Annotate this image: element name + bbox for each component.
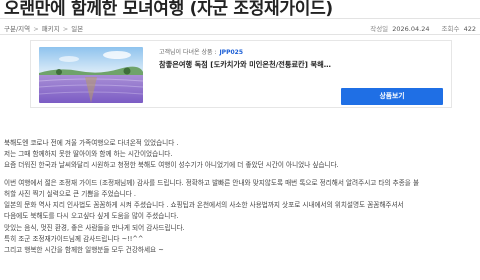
- breadcrumb-item[interactable]: 일본: [71, 25, 83, 33]
- page-title: 오랜만에 함께한 모녀여행 (자군 조정재가이드): [4, 0, 333, 19]
- text-line: 그리고 행복한 시간을 함께한 일행분들 모두 건강하세요 ~: [4, 245, 164, 254]
- visited-label: 고객님이 다녀온 상품 :: [159, 49, 217, 56]
- product-card: 고객님이 다녀온 상품 : JPP025 참좋은여행 독점 [도카치가와 미인온천…: [30, 40, 452, 108]
- text-line: 다음에도 북해도를 다시 오고싶다 싶게 도움을 많이 주셨습니다.: [4, 212, 179, 221]
- paragraph: 이번 여행에서 젊은 조정재 가이드 (조정재님께) 감사를 드립니다. 정확하…: [4, 178, 476, 256]
- text-line: 요즘 더워진 한국과 날씨와달리 시원하고 청정한 북해도 여행이 성수기가 아…: [4, 161, 339, 170]
- review-body: 북해도엔 코로나 전에 겨울 가족여행으로 다녀온적 있었습니다 . 저는 그때…: [4, 138, 476, 262]
- text-line: 북해도엔 코로나 전에 겨울 가족여행으로 다녀온적 있었습니다 .: [4, 139, 179, 147]
- visited-product-label: 고객님이 다녀온 상품 : JPP025: [159, 47, 243, 56]
- product-title[interactable]: 참좋은여행 독점 [도카치가와 미인온천/전통료칸] 북해도/비에이/후라노 4…: [159, 60, 335, 70]
- date-label: 작성일: [370, 25, 389, 33]
- view-count: 422: [463, 25, 476, 33]
- text-line: 이번 여행에서 젊은 조정재 가이드 (조정재님께) 감사를 드립니다. 정확하…: [4, 178, 420, 187]
- meta-bar: 구분/지역 > 패키지 > 일본 작성일 2026.04.24 조회수 422: [0, 18, 480, 35]
- text-line: 허할 사진 찍기 실력으로 큰 기쁨을 주었습니다 .: [4, 190, 137, 199]
- text-line: 저는 그때 함께하지 못한 딸아이와 함께 하는 시간이었습니다.: [4, 150, 173, 159]
- views-label: 조회수: [441, 25, 460, 33]
- product-thumbnail[interactable]: [39, 47, 143, 103]
- post-meta: 작성일 2026.04.24 조회수 422: [360, 23, 476, 33]
- breadcrumb: 구분/지역 > 패키지 > 일본: [4, 23, 83, 33]
- view-product-button[interactable]: 상품보기: [341, 88, 443, 105]
- text-line: 맛있는 음식, 멋진 환경, 좋은 사람들을 만나게 되어 감사드립니다.: [4, 223, 185, 232]
- text-line: 특히 조군 조정재가이드님께 감사드립니다 ~!!^^: [4, 234, 144, 243]
- breadcrumb-separator: >: [62, 25, 69, 33]
- product-code: JPP025: [219, 49, 243, 56]
- breadcrumb-item[interactable]: 구분/지역: [4, 25, 30, 33]
- text-line: 일본의 문화 역사 지리 인사법도 꼼꼼하게 시켜 주셨습니다 . 쇼핑팁과 온…: [4, 201, 404, 210]
- post-date: 2026.04.24: [392, 25, 430, 33]
- breadcrumb-separator: >: [33, 25, 39, 33]
- breadcrumb-item[interactable]: 패키지: [42, 25, 60, 33]
- paragraph: 북해도엔 코로나 전에 겨울 가족여행으로 다녀온적 있었습니다 . 저는 그때…: [4, 138, 476, 172]
